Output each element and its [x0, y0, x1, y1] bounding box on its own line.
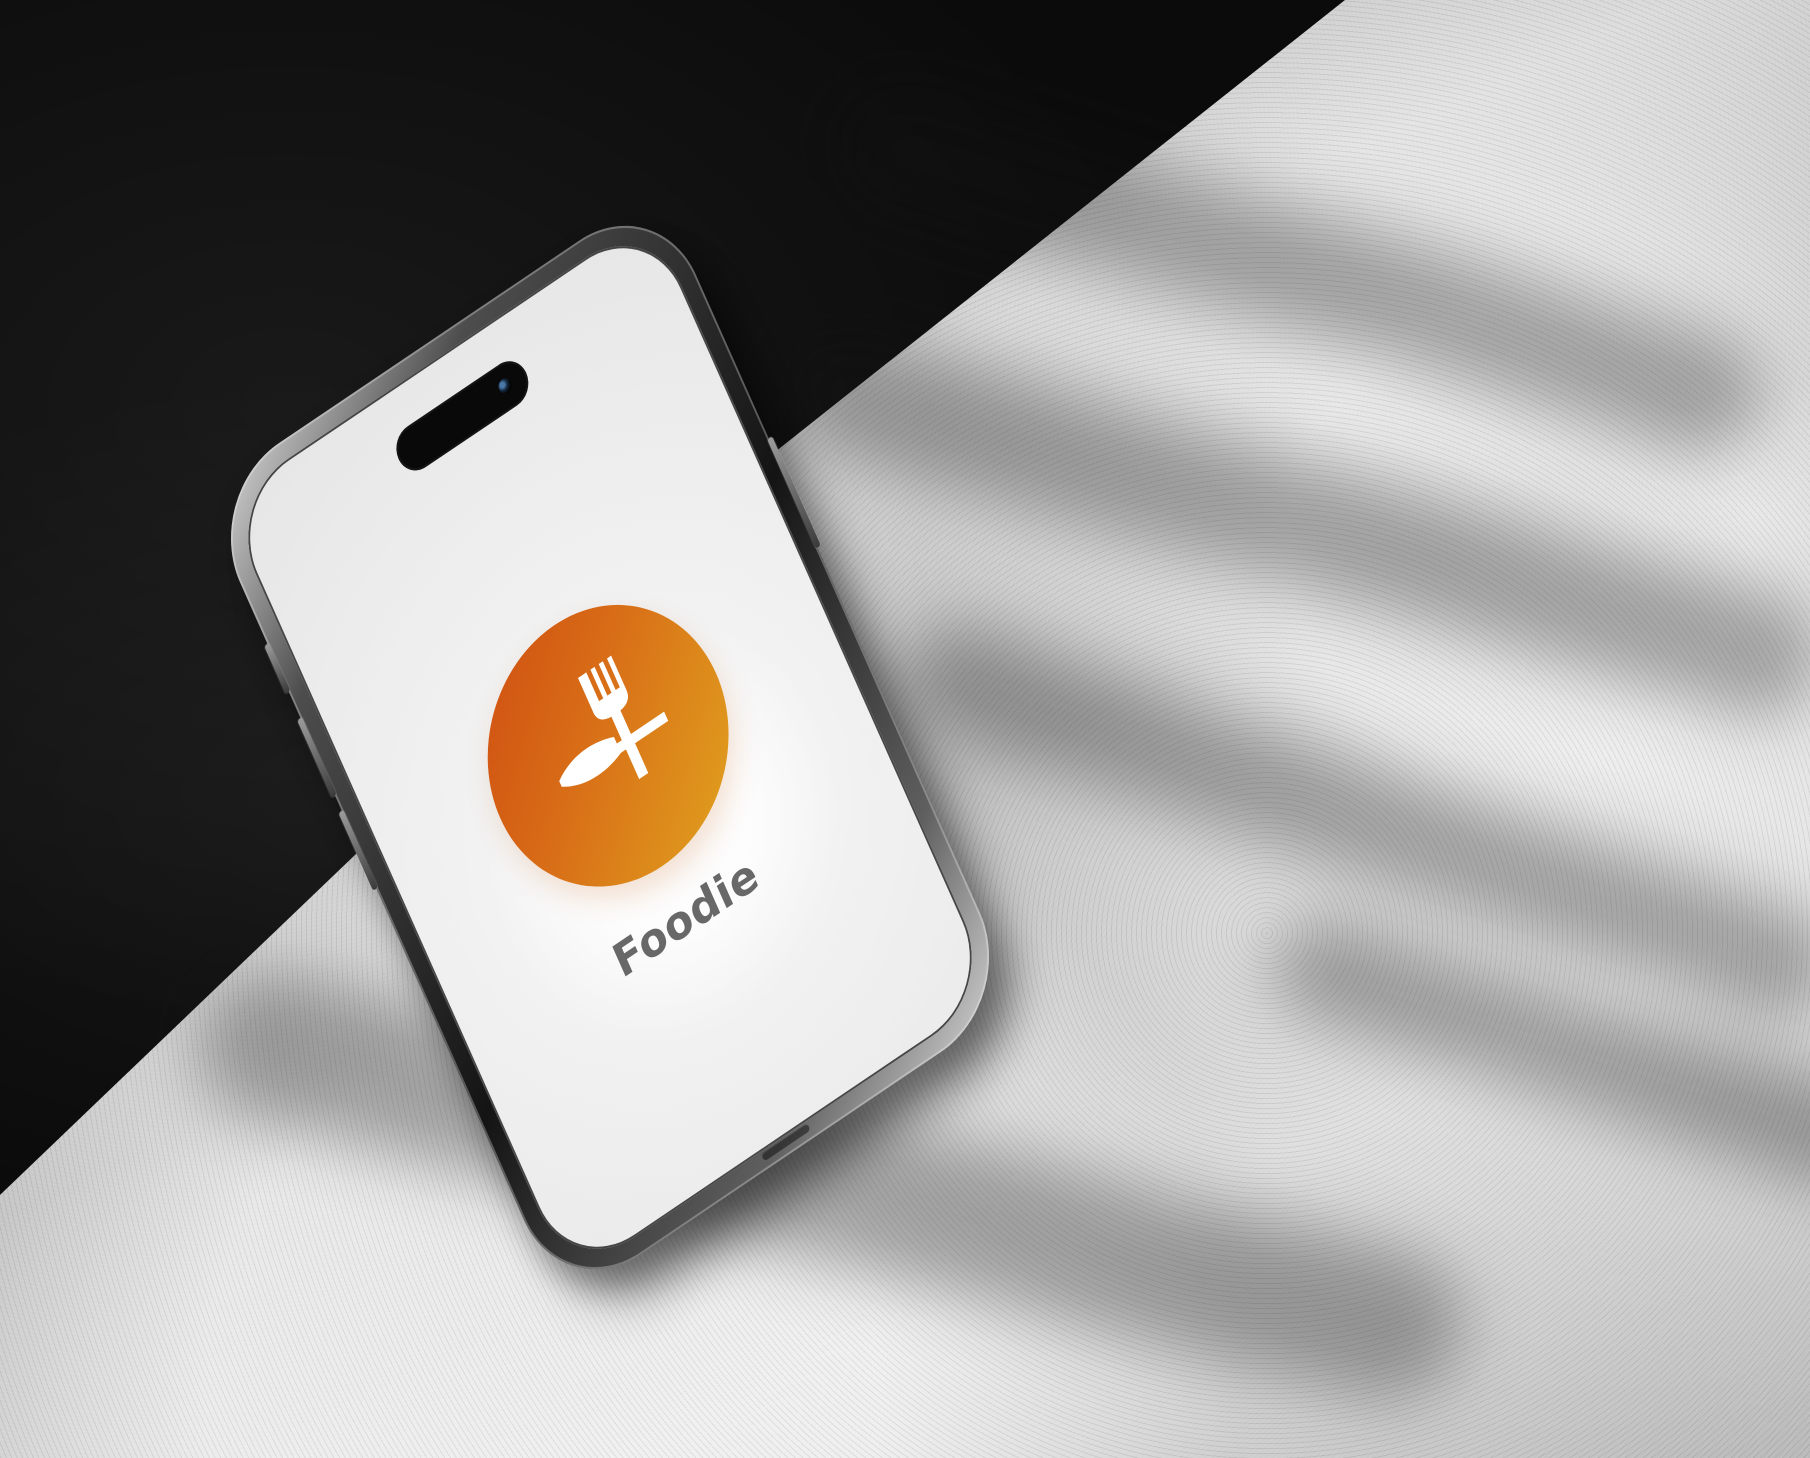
- camera-icon: [496, 375, 514, 397]
- product-mockup-scene: Foodie: [0, 0, 1810, 1458]
- dynamic-island: [389, 352, 536, 480]
